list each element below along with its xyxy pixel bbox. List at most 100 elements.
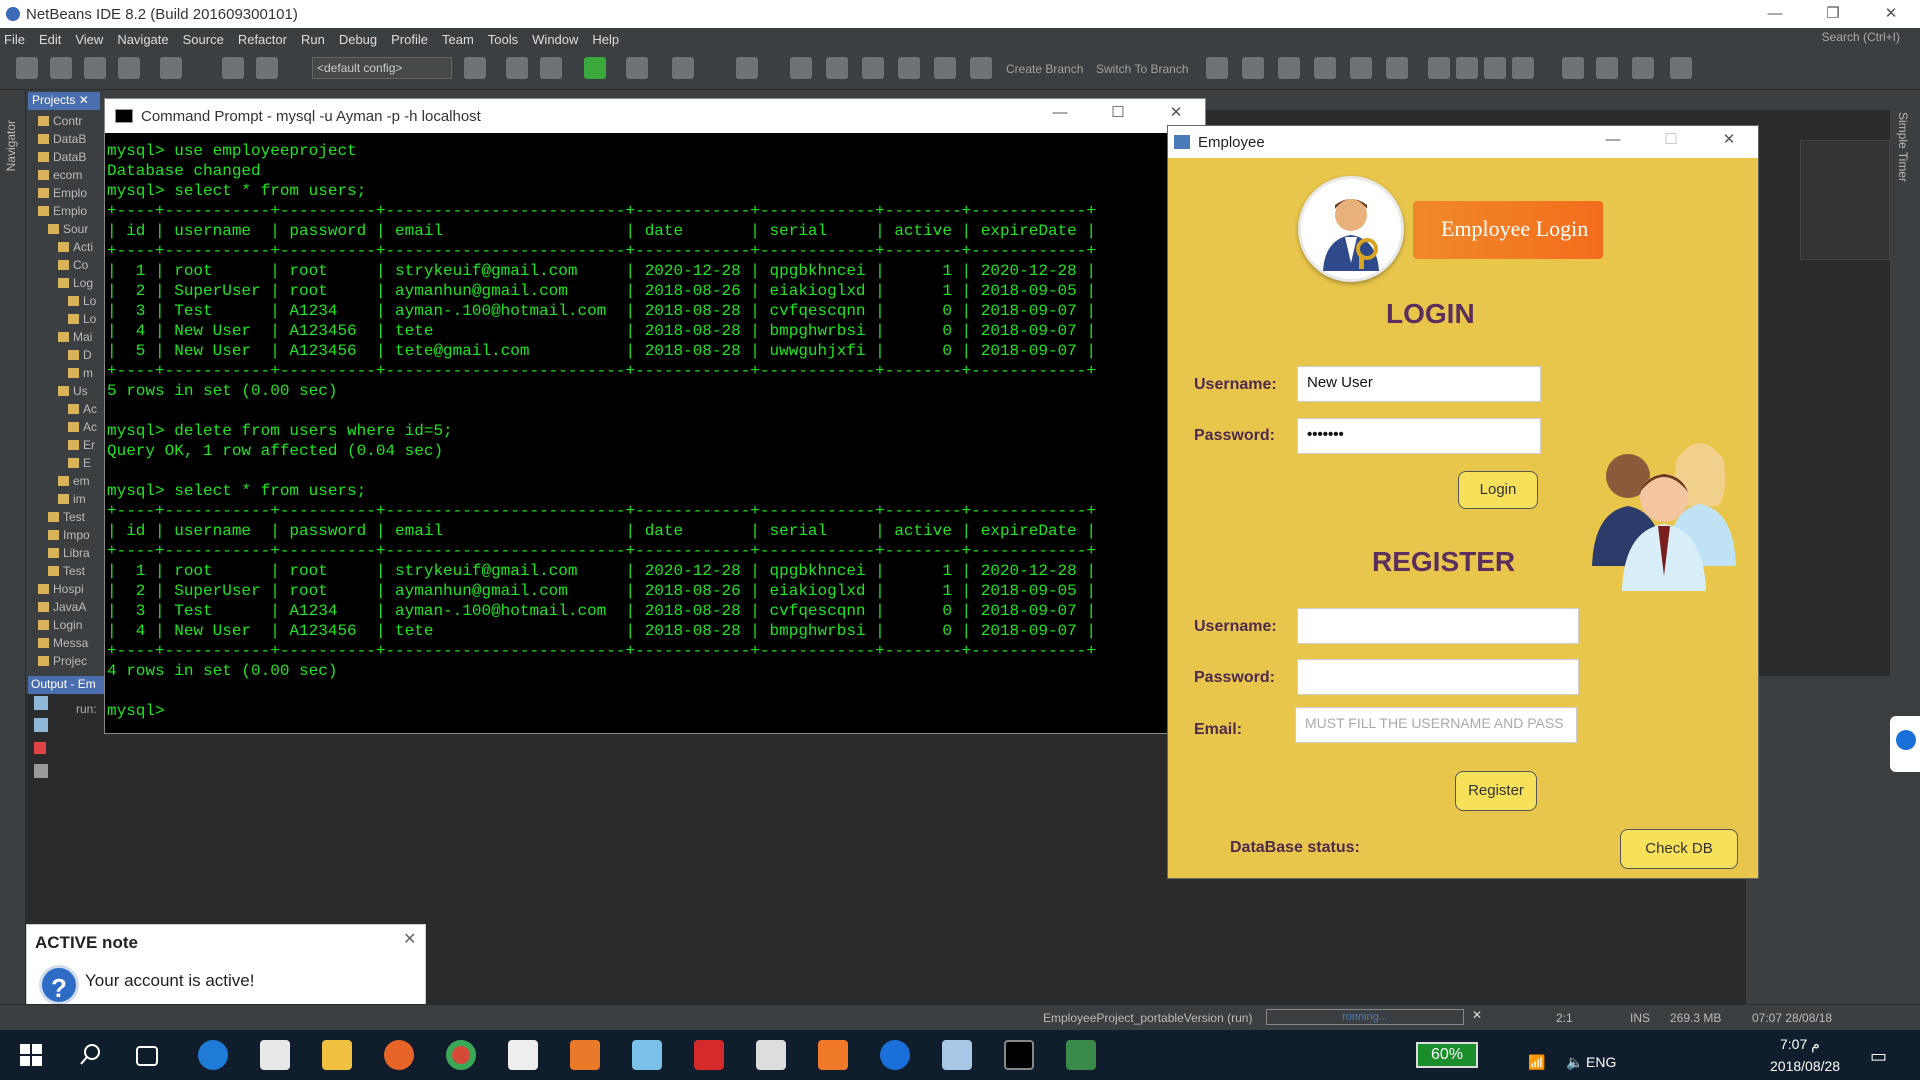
menu-navigate[interactable]: Navigate <box>117 32 168 47</box>
format-icon[interactable] <box>1484 57 1506 79</box>
menu-tools[interactable]: Tools <box>488 32 518 47</box>
menu-window[interactable]: Window <box>532 32 578 47</box>
calculator-icon[interactable] <box>756 1040 786 1070</box>
tree-item[interactable]: Contr <box>38 114 82 128</box>
switch-branch-button[interactable]: Switch To Branch <box>1096 62 1189 76</box>
git-diff-icon[interactable] <box>934 57 956 79</box>
register-username-input[interactable] <box>1297 608 1579 644</box>
tree-item[interactable]: Er <box>68 438 95 452</box>
tree-item[interactable]: Log <box>58 276 93 290</box>
login-username-input[interactable]: New User <box>1297 366 1541 402</box>
cmd-minimize-button[interactable]: — <box>1031 99 1089 127</box>
git-tool-icon[interactable] <box>1350 57 1372 79</box>
video-player-icon[interactable] <box>570 1040 600 1070</box>
restore-button[interactable]: ❐ <box>1804 0 1862 28</box>
rerun-icon[interactable] <box>34 696 48 710</box>
tree-item[interactable]: Impo <box>48 528 90 542</box>
menu-run[interactable]: Run <box>301 32 325 47</box>
tree-item[interactable]: Test <box>48 510 85 524</box>
git-tool-icon[interactable] <box>1242 57 1264 79</box>
undo-icon[interactable] <box>222 57 244 79</box>
menu-help[interactable]: Help <box>592 32 619 47</box>
sort-icon[interactable] <box>1456 57 1478 79</box>
output-tab[interactable]: Output - Em <box>28 676 108 694</box>
employee-minimize-button[interactable]: — <box>1584 126 1642 154</box>
tree-item[interactable]: DataB <box>38 150 86 164</box>
terminal-icon[interactable] <box>1562 57 1584 79</box>
git-push-icon[interactable] <box>826 57 848 79</box>
menu-source[interactable]: Source <box>183 32 224 47</box>
clean-build-icon[interactable] <box>540 57 562 79</box>
edge-icon[interactable] <box>198 1040 228 1070</box>
save-all-icon[interactable] <box>118 57 140 79</box>
tree-item[interactable]: Us <box>58 384 88 398</box>
clock-time[interactable]: 7:07 م <box>1780 1036 1820 1053</box>
menu-edit[interactable]: Edit <box>39 32 61 47</box>
tree-item[interactable]: Test <box>48 564 85 578</box>
menu-team[interactable]: Team <box>442 32 474 47</box>
debug-icon[interactable] <box>626 57 648 79</box>
notes-icon[interactable] <box>1596 57 1618 79</box>
globe-icon[interactable] <box>464 57 486 79</box>
settings-icon[interactable] <box>34 764 48 778</box>
speaker-icon[interactable]: 🔈 <box>1566 1054 1583 1071</box>
projects-tab[interactable]: Projects ✕ <box>28 92 100 110</box>
tree-item[interactable]: Co <box>58 258 88 272</box>
menu-file[interactable]: File <box>4 32 25 47</box>
close-icon[interactable]: ✕ <box>403 929 416 949</box>
tree-item[interactable]: Libra <box>48 546 90 560</box>
tree-item[interactable]: Messa <box>38 636 88 650</box>
git-pull-icon[interactable] <box>862 57 884 79</box>
git-log-icon[interactable] <box>970 57 992 79</box>
close-button[interactable]: ✕ <box>1862 0 1920 28</box>
git-tool-icon[interactable] <box>1386 57 1408 79</box>
tree-item[interactable]: Acti <box>58 240 93 254</box>
cmd-maximize-button[interactable]: ☐ <box>1089 99 1147 127</box>
new-project-icon[interactable] <box>50 57 72 79</box>
menu-view[interactable]: View <box>75 32 103 47</box>
tree-item[interactable]: Projec <box>38 654 87 668</box>
rerun-custom-icon[interactable] <box>34 718 48 732</box>
redo-icon[interactable] <box>256 57 278 79</box>
tree-item[interactable]: Emplo <box>38 186 87 200</box>
battery-indicator[interactable]: 60% <box>1416 1042 1478 1068</box>
sort-icon[interactable] <box>1428 57 1450 79</box>
tree-item[interactable]: Hospi <box>38 582 84 596</box>
store-icon[interactable] <box>260 1040 290 1070</box>
tree-item[interactable]: Ac <box>68 420 97 434</box>
teamviewer-taskbar-icon[interactable] <box>880 1040 910 1070</box>
git-commit-icon[interactable] <box>790 57 812 79</box>
email-input[interactable]: MUST FILL THE USERNAME AND PASS <box>1295 707 1577 743</box>
tree-item[interactable]: Lo <box>68 312 96 326</box>
menu-profile[interactable]: Profile <box>391 32 428 47</box>
tree-item[interactable]: Emplo <box>38 204 87 218</box>
open-project-icon[interactable] <box>84 57 106 79</box>
tree-item[interactable]: Login <box>38 618 82 632</box>
cmd-output[interactable]: mysql> use employeeproject Database chang… <box>105 133 1205 733</box>
gear-icon[interactable] <box>1670 57 1692 79</box>
menu-debug[interactable]: Debug <box>339 32 377 47</box>
tree-item[interactable]: ecom <box>38 168 82 182</box>
tree-item[interactable]: DataB <box>38 132 86 146</box>
git-fetch-icon[interactable] <box>898 57 920 79</box>
navigator-tab[interactable]: Navigator <box>4 120 18 171</box>
tools-icon[interactable] <box>1632 57 1654 79</box>
employee-close-button[interactable]: ✕ <box>1700 126 1758 154</box>
chrome-icon[interactable] <box>446 1040 476 1070</box>
tree-item[interactable]: JavaA <box>38 600 86 614</box>
teamviewer-icon[interactable] <box>1890 716 1920 772</box>
profile-icon[interactable] <box>672 57 694 79</box>
git-tool-icon[interactable] <box>1278 57 1300 79</box>
login-button[interactable]: Login <box>1458 471 1538 509</box>
tree-item[interactable]: m <box>68 366 93 380</box>
notifications-icon[interactable]: ▭ <box>1870 1046 1887 1067</box>
search-input[interactable]: Search (Ctrl+I) <box>1822 30 1900 44</box>
config-select[interactable]: <default config> <box>312 57 452 79</box>
task-view-icon[interactable] <box>136 1046 158 1066</box>
network-icon[interactable]: 📶 <box>1528 1054 1545 1071</box>
tree-item[interactable]: Ac <box>68 402 97 416</box>
run-icon[interactable] <box>584 57 606 79</box>
language-indicator[interactable]: ENG <box>1586 1054 1616 1070</box>
new-file-icon[interactable] <box>16 57 38 79</box>
search-icon[interactable] <box>76 1040 106 1070</box>
